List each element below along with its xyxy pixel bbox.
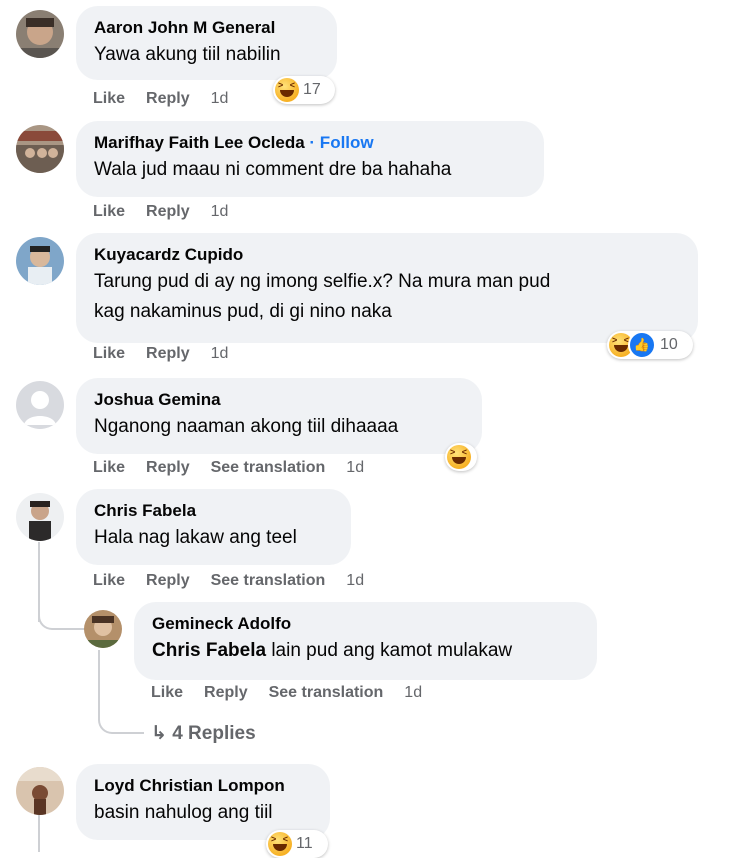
avatar[interactable] [16,10,64,58]
comment-actions: Like Reply 1d [93,203,249,221]
commenter-name[interactable]: Kuyacardz Cupido [94,243,680,267]
reaction-summary[interactable] [445,443,477,471]
comment-bubble: Loyd Christian Lompon basin nahulog ang … [76,764,330,840]
like-button[interactable]: Like [93,572,125,590]
timestamp[interactable]: 1d [404,684,422,702]
commenter-name[interactable]: Loyd Christian Lompon [94,774,312,798]
thread-line [38,812,40,852]
reaction-summary[interactable]: 17 [273,76,335,104]
comment-text-line-1: Tarung pud di ay ng imong selfie.x? Na m… [94,271,551,292]
comment-text-line-2: kag nakaminus pud, di gi nino naka [94,301,392,322]
reply-button[interactable]: Reply [146,459,190,477]
reply-bubble: Gemineck Adolfo Chris Fabela lain pud an… [134,602,597,680]
comment-bubble: Chris Fabela Hala nag lakaw ang teel [76,489,351,565]
comment-actions: Like Reply See translation 1d [93,572,385,590]
comment-bubble: Aaron John M General Yawa akung tiil nab… [76,6,337,80]
see-translation-link[interactable]: See translation [269,684,384,702]
mention-link[interactable]: Chris Fabela [152,640,266,661]
commenter-name[interactable]: Aaron John M General [94,16,319,40]
timestamp[interactable]: 1d [211,90,229,108]
comment-text: Nganong naaman akong tiil dihaaaa [94,416,399,437]
like-button[interactable]: Like [93,203,125,221]
thread-connector [98,700,144,734]
default-avatar[interactable] [16,381,64,429]
reply-button[interactable]: Reply [146,572,190,590]
follow-button[interactable]: · Follow [309,133,373,152]
haha-icon [268,832,292,856]
avatar[interactable] [16,767,64,815]
like-icon: 👍 [628,331,656,359]
reply-button[interactable]: Reply [146,345,190,363]
like-button[interactable]: Like [151,684,183,702]
timestamp[interactable]: 1d [346,572,364,590]
comment-bubble: Marifhay Faith Lee Ocleda · Follow Wala … [76,121,544,197]
view-replies-link[interactable]: ↳ 4 Replies [151,722,256,745]
reply-text: lain pud ang kamot mulakaw [271,640,513,661]
commenter-name: Marifhay Faith Lee Ocleda · Follow [94,131,526,155]
comment-actions: Like Reply 1d [93,345,249,363]
like-button[interactable]: Like [93,345,125,363]
haha-icon [447,445,471,469]
reply-actions: Like Reply See translation 1d [151,684,443,702]
reaction-count: 11 [296,835,313,852]
comment-text: Hala nag lakaw ang teel [94,527,297,548]
reaction-summary[interactable]: 11 [266,830,328,858]
reply-button[interactable]: Reply [204,684,248,702]
reaction-count: 17 [303,81,321,98]
comment-text: Yawa akung tiil nabilin [94,44,281,65]
timestamp[interactable]: 1d [211,345,229,363]
see-translation-link[interactable]: See translation [211,572,326,590]
reply-button[interactable]: Reply [146,90,190,108]
comment-text: Wala jud maau ni comment dre ba hahaha [94,159,452,180]
avatar[interactable] [16,125,64,173]
timestamp[interactable]: 1d [346,459,364,477]
timestamp[interactable]: 1d [211,203,229,221]
commenter-name[interactable]: Chris Fabela [94,499,333,523]
commenter-name[interactable]: Joshua Gemina [94,388,464,412]
commenter-name[interactable]: Gemineck Adolfo [152,612,579,636]
comment-bubble: Joshua Gemina Nganong naaman akong tiil … [76,378,482,454]
comment-actions: Like Reply 1d [93,90,249,108]
like-button[interactable]: Like [93,90,125,108]
commenter-name-link[interactable]: Marifhay Faith Lee Ocleda [94,133,305,152]
comment-actions: Like Reply See translation 1d [93,459,385,477]
see-translation-link[interactable]: See translation [211,459,326,477]
like-button[interactable]: Like [93,459,125,477]
avatar[interactable] [16,493,64,541]
avatar[interactable] [84,610,122,648]
haha-icon [275,78,299,102]
thread-connector [38,600,86,630]
reaction-summary[interactable]: 👍 10 [607,331,693,359]
reaction-count: 10 [660,336,678,353]
reply-button[interactable]: Reply [146,203,190,221]
comment-bubble: Kuyacardz Cupido Tarung pud di ay ng imo… [76,233,698,343]
avatar[interactable] [16,237,64,285]
comment-text: basin nahulog ang tiil [94,802,273,823]
comment-text: Chris Fabela lain pud ang kamot mulakaw [152,636,579,666]
